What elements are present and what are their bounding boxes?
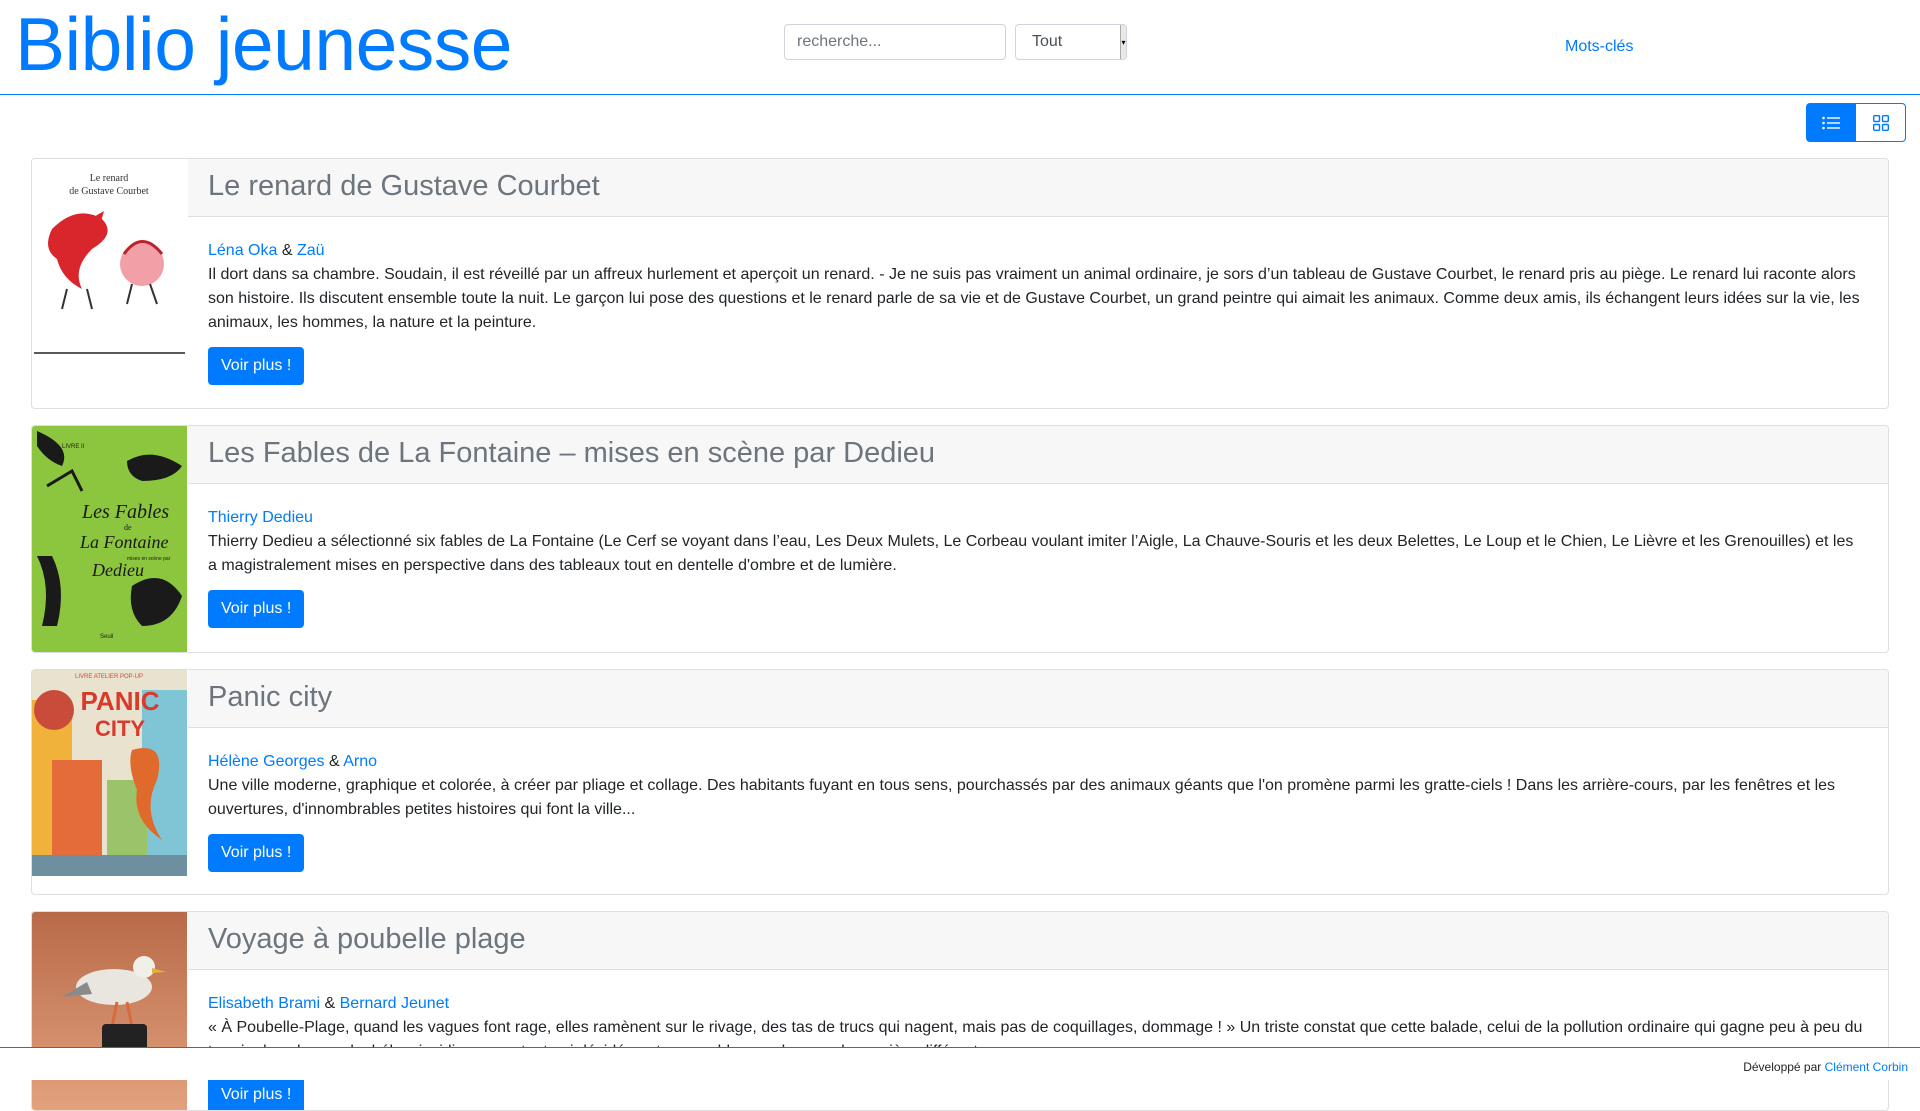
book-card: LIVRE ATELIER POP-UP PANIC CITY Panic ci…	[31, 669, 1889, 895]
view-toggle	[1806, 103, 1906, 142]
book-description: Une ville moderne, graphique et colorée,…	[208, 777, 1836, 818]
svg-text:LIVRE ATELIER POP-UP: LIVRE ATELIER POP-UP	[75, 674, 143, 680]
author-link[interactable]: Bernard Jeunet	[340, 995, 449, 1012]
book-card: Voyage à poubelle plage Elisabeth Brami …	[31, 911, 1889, 1111]
book-description: Il dort dans sa chambre. Soudain, il est…	[208, 266, 1860, 331]
book-cover-image	[32, 912, 187, 1110]
book-cover-image: Le renard de Gustave Courbet	[32, 159, 187, 359]
book-title[interactable]: Panic city	[208, 681, 332, 714]
footer-prefix: Développé par	[1743, 1060, 1822, 1074]
author-link[interactable]: Arno	[343, 753, 377, 770]
book-authors: Elisabeth Brami & Bernard Jeunet	[208, 992, 1866, 1016]
book-authors: Léna Oka & Zaü	[208, 239, 1866, 263]
see-more-button[interactable]: Voir plus !	[208, 347, 305, 385]
category-select-value: Tout	[1032, 33, 1063, 50]
book-card: LIVRE II Les Fables de La Fontaine mises…	[31, 425, 1889, 653]
book-card-header: Le renard de Gustave Courbet	[188, 159, 1888, 217]
author-link[interactable]: Léna Oka	[208, 242, 277, 259]
book-cover[interactable]: Le renard de Gustave Courbet	[32, 159, 187, 359]
book-card-body: Léna Oka & Zaü Il dort dans sa chambre. …	[208, 239, 1866, 385]
book-authors: Hélène Georges & Arno	[208, 750, 1866, 774]
author-separator: &	[281, 242, 293, 259]
site-footer: Développé par Clément Corbin	[0, 1047, 1920, 1080]
see-more-button[interactable]: Voir plus !	[208, 590, 305, 628]
svg-text:Le renard: Le renard	[90, 173, 129, 184]
book-cover[interactable]: LIVRE II Les Fables de La Fontaine mises…	[32, 426, 187, 652]
grid-view-button[interactable]	[1856, 103, 1906, 142]
book-title[interactable]: Voyage à poubelle plage	[208, 923, 526, 956]
book-cover-image: LIVRE II Les Fables de La Fontaine mises…	[32, 426, 187, 652]
book-card: Le renard de Gustave Courbet Le renard d…	[31, 158, 1889, 409]
author-link[interactable]: Hélène Georges	[208, 753, 325, 770]
category-select[interactable]: Tout ▾	[1015, 24, 1127, 60]
book-description: Thierry Dedieu a sélectionné six fables …	[208, 533, 1854, 574]
author-link[interactable]: Zaü	[297, 242, 325, 259]
list-view-button[interactable]	[1806, 103, 1856, 142]
book-cover[interactable]	[32, 912, 187, 1110]
svg-text:PANIC: PANIC	[81, 686, 160, 716]
svg-text:La Fontaine: La Fontaine	[79, 532, 169, 552]
book-authors: Thierry Dedieu	[208, 506, 1866, 530]
book-card-body: Hélène Georges & Arno Une ville moderne,…	[208, 750, 1866, 872]
footer-credits: Développé par Clément Corbin	[1743, 1060, 1908, 1074]
chevron-down-icon[interactable]: ▾	[1120, 25, 1126, 59]
grid-icon	[1872, 114, 1889, 131]
book-cover[interactable]: LIVRE ATELIER POP-UP PANIC CITY	[32, 670, 187, 876]
book-card-body: Thierry Dedieu Thierry Dedieu a sélectio…	[208, 506, 1866, 628]
nav-link-keywords[interactable]: Mots-clés	[1565, 38, 1633, 56]
see-more-button[interactable]: Voir plus !	[208, 834, 305, 872]
svg-text:Les Fables: Les Fables	[81, 501, 169, 523]
list-icon	[1822, 116, 1840, 129]
svg-text:de Gustave Courbet: de Gustave Courbet	[69, 186, 149, 197]
author-separator: &	[324, 995, 336, 1012]
book-card-header: Les Fables de La Fontaine – mises en scè…	[188, 426, 1888, 484]
svg-text:CITY: CITY	[95, 716, 145, 741]
book-card-header: Panic city	[188, 670, 1888, 728]
developer-link[interactable]: Clément Corbin	[1825, 1060, 1908, 1074]
book-cover-image: LIVRE ATELIER POP-UP PANIC CITY	[32, 670, 187, 876]
author-link[interactable]: Thierry Dedieu	[208, 509, 313, 526]
book-card-header: Voyage à poubelle plage	[188, 912, 1888, 970]
site-header: Biblio jeunesse Tout ▾ Mots-clés	[0, 0, 1920, 95]
svg-text:Dedieu: Dedieu	[91, 560, 144, 580]
svg-text:de: de	[124, 523, 132, 532]
search-input[interactable]	[784, 24, 1006, 60]
svg-text:LIVRE II: LIVRE II	[62, 444, 85, 450]
book-title[interactable]: Le renard de Gustave Courbet	[208, 170, 600, 203]
author-link[interactable]: Elisabeth Brami	[208, 995, 320, 1012]
see-more-button[interactable]: Voir plus !	[208, 1076, 305, 1110]
author-separator: &	[328, 753, 340, 770]
svg-text:Seuil: Seuil	[100, 634, 113, 640]
book-title[interactable]: Les Fables de La Fontaine – mises en scè…	[208, 437, 935, 470]
site-title[interactable]: Biblio jeunesse	[15, 4, 513, 84]
